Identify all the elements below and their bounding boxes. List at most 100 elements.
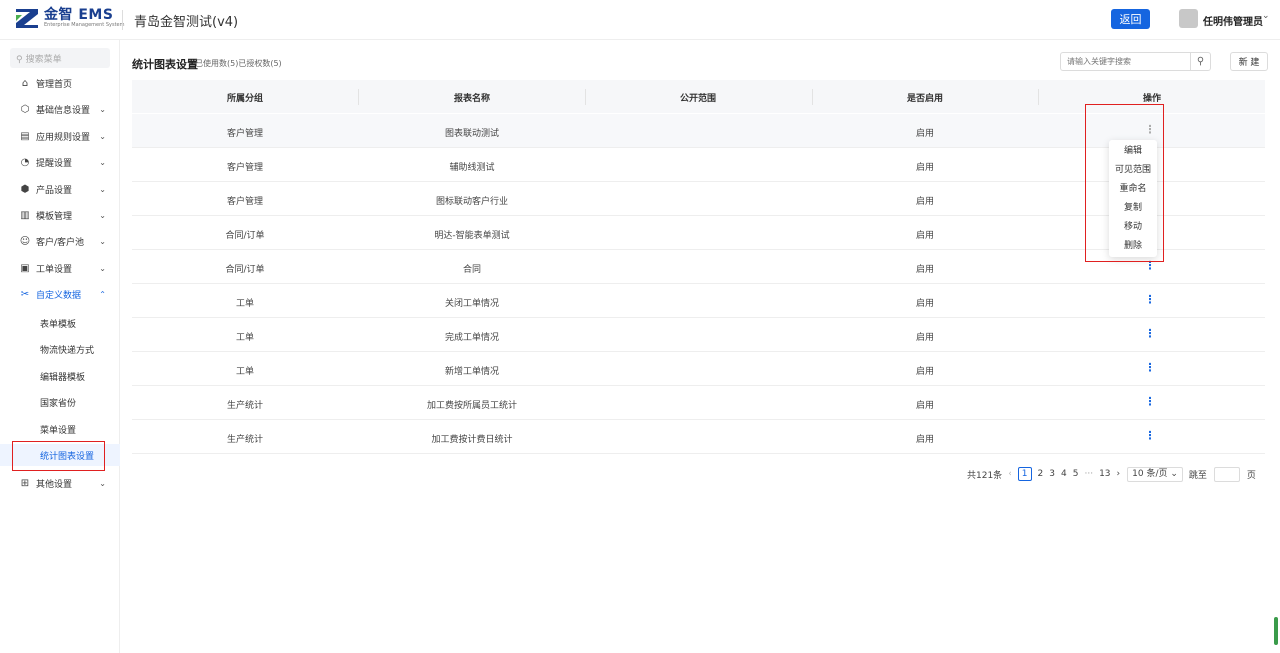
total-count: 共121条 — [967, 470, 1003, 481]
table-row[interactable]: 客户管理 图标联动客户行业 启用 — [132, 182, 1265, 216]
page-title: 统计图表设置 — [132, 58, 198, 71]
logo-sub-text: Enterprise Management System — [44, 21, 125, 28]
chevron-down-icon[interactable]: ⌄ — [1262, 11, 1270, 21]
sub-item-provinces[interactable]: 国家省份 — [0, 391, 120, 413]
menu-item-visibility[interactable]: 可见范围 — [1109, 161, 1157, 180]
prev-page-icon[interactable]: ‹ — [1008, 469, 1012, 479]
template-icon: ▥ — [20, 209, 30, 221]
sub-item-chart-settings[interactable]: 统计图表设置 — [0, 444, 120, 466]
sidebar-item-label: 基础信息设置 — [36, 105, 91, 116]
cell-enabled: 启用 — [915, 129, 935, 139]
bell-icon: ◔ — [20, 156, 30, 168]
table-row[interactable]: 合同/订单 明达-智能表单测试 启用 — [132, 216, 1265, 250]
cell-enabled: 启用 — [915, 265, 935, 275]
next-page-icon[interactable]: › — [1117, 469, 1121, 479]
search-icon[interactable]: ⚲ — [1190, 53, 1210, 70]
menu-item-delete[interactable]: 删除 — [1109, 237, 1157, 256]
back-button[interactable]: 返回 — [1111, 9, 1150, 29]
sidebar-item-custom-data[interactable]: ✂ 自定义数据 ⌃ — [0, 283, 120, 305]
cell-group: 客户管理 — [226, 197, 264, 207]
page-2[interactable]: 2 — [1038, 469, 1044, 479]
chevron-down-icon: ⌄ — [99, 263, 106, 273]
cell-name: 明达-智能表单测试 — [434, 231, 510, 241]
sidebar-item-reminders[interactable]: ◔ 提醒设置 ⌄ — [0, 151, 120, 173]
chart-table: 所属分组 报表名称 公开范围 是否启用 操作 客户管理 图表联动测试 启用 ⋮ … — [132, 80, 1265, 454]
jump-page-input[interactable] — [1213, 466, 1240, 482]
sidebar-item-products[interactable]: ⬢ 产品设置 ⌄ — [0, 178, 120, 200]
sidebar-item-label: 客户/客户池 — [36, 237, 85, 248]
doc-icon: ▤ — [20, 130, 30, 142]
menu-item-edit[interactable]: 编辑 — [1109, 142, 1157, 161]
pagination: 共121条 ‹ 1 2 3 4 5 ··· 13 › 10 条/页 ⌄ 跳至 页 — [964, 466, 1259, 482]
sidebar-item-label: 产品设置 — [36, 185, 73, 196]
cell-enabled: 启用 — [915, 197, 935, 207]
menu-item-copy[interactable]: 复制 — [1109, 199, 1157, 218]
scrollbar-thumb[interactable] — [1274, 617, 1278, 645]
table-row[interactable]: 工单 关闭工单情况 启用 ⋮ — [132, 284, 1265, 318]
more-actions-icon[interactable]: ⋮ — [1145, 429, 1156, 442]
cell-group: 合同/订单 — [225, 231, 265, 241]
more-actions-icon[interactable]: ⋮ — [1145, 361, 1156, 374]
logo: 金智 EMS Enterprise Management System — [14, 7, 124, 29]
column-separator — [1038, 89, 1039, 105]
keyword-search-input[interactable] — [1061, 53, 1190, 70]
table-row[interactable]: 客户管理 辅助线测试 启用 — [132, 148, 1265, 182]
cell-group: 生产统计 — [226, 435, 264, 445]
sub-item-logistics[interactable]: 物流快递方式 — [0, 338, 120, 360]
cell-group: 工单 — [235, 299, 255, 309]
more-actions-icon[interactable]: ⋮ — [1145, 327, 1156, 340]
table-row[interactable]: 工单 完成工单情况 启用 ⋮ — [132, 318, 1265, 352]
chevron-down-icon: ⌄ — [99, 104, 106, 114]
table-row[interactable]: 合同/订单 合同 启用 ⋮ — [132, 250, 1265, 284]
menu-search-input[interactable]: ⚲ 搜索菜单 — [10, 48, 110, 68]
cell-enabled: 启用 — [915, 333, 935, 343]
sidebar: ⚲ 搜索菜单 ⌂ 管理首页 ⬡ 基础信息设置 ⌄ ▤ 应用规则设置 ⌄ ◔ 提醒设… — [0, 40, 120, 653]
menu-item-move[interactable]: 移动 — [1109, 218, 1157, 237]
page-ellipsis[interactable]: ··· — [1084, 469, 1093, 479]
cell-group: 合同/订单 — [225, 265, 265, 275]
header-divider — [122, 10, 123, 30]
page-1[interactable]: 1 — [1017, 467, 1032, 481]
row-actions-dropdown: 编辑 可见范围 重命名 复制 移动 删除 — [1109, 140, 1157, 257]
sub-item-label: 菜单设置 — [40, 425, 77, 436]
sidebar-item-other[interactable]: ⊞ 其他设置 ⌄ — [0, 472, 120, 494]
page-4[interactable]: 4 — [1061, 469, 1067, 479]
avatar[interactable] — [1179, 9, 1198, 28]
page-3[interactable]: 3 — [1049, 469, 1055, 479]
sidebar-item-basic-info[interactable]: ⬡ 基础信息设置 ⌄ — [0, 98, 120, 120]
sidebar-item-app-rules[interactable]: ▤ 应用规则设置 ⌄ — [0, 125, 120, 147]
cell-group: 客户管理 — [226, 129, 264, 139]
box-icon: ⬢ — [20, 183, 30, 195]
cube-icon: ⬡ — [20, 103, 30, 115]
sidebar-item-templates[interactable]: ▥ 模板管理 ⌄ — [0, 204, 120, 226]
chevron-down-icon: ⌄ — [1170, 468, 1178, 479]
table-row[interactable]: 工单 新增工单情况 启用 ⋮ — [132, 352, 1265, 386]
sub-item-label: 统计图表设置 — [40, 451, 95, 462]
search-icon: ⚲ — [16, 55, 23, 65]
sidebar-item-tickets[interactable]: ▣ 工单设置 ⌄ — [0, 257, 120, 279]
sidebar-item-customers[interactable]: ☺ 客户/客户池 ⌄ — [0, 230, 120, 252]
sidebar-item-label: 管理首页 — [36, 79, 73, 90]
sub-item-menu-settings[interactable]: 菜单设置 — [0, 418, 120, 440]
menu-item-rename[interactable]: 重命名 — [1109, 180, 1157, 199]
more-actions-icon[interactable]: ⋮ — [1145, 395, 1156, 408]
table-row[interactable]: 客户管理 图表联动测试 启用 ⋮ — [132, 114, 1265, 148]
new-button[interactable]: 新 建 — [1230, 52, 1268, 71]
user-name[interactable]: 任明伟管理员 — [1203, 13, 1263, 28]
more-actions-icon[interactable]: ⋮ — [1145, 123, 1156, 136]
table-row[interactable]: 生产统计 加工费按计费日统计 启用 ⋮ — [132, 420, 1265, 454]
column-separator — [585, 89, 586, 105]
more-actions-icon[interactable]: ⋮ — [1145, 293, 1156, 306]
table-row[interactable]: 生产统计 加工费按所属员工统计 启用 ⋮ — [132, 386, 1265, 420]
page-last[interactable]: 13 — [1099, 469, 1110, 479]
cell-enabled: 启用 — [915, 231, 935, 241]
menu-search-placeholder: 搜索菜单 — [25, 55, 62, 65]
cell-name: 合同 — [462, 265, 482, 275]
sub-item-editor-templates[interactable]: 编辑器模板 — [0, 365, 120, 387]
more-actions-icon[interactable]: ⋮ — [1145, 259, 1156, 272]
page-5[interactable]: 5 — [1073, 469, 1079, 479]
page-size-select[interactable]: 10 条/页 ⌄ — [1127, 466, 1183, 482]
sub-item-form-templates[interactable]: 表单模板 — [0, 312, 120, 334]
sidebar-item-home[interactable]: ⌂ 管理首页 — [0, 72, 120, 94]
sub-item-label: 表单模板 — [40, 319, 77, 330]
